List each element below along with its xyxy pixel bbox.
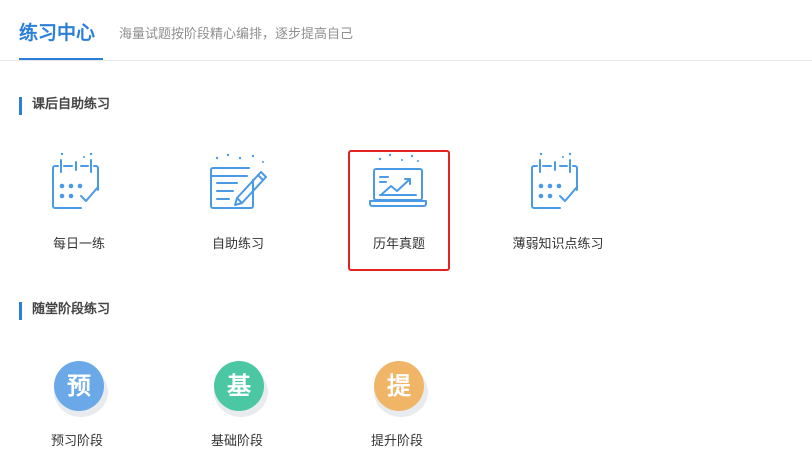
header-divider (0, 60, 812, 61)
page-title[interactable]: 练习中心 (19, 20, 95, 46)
section-title-after-class: 课后自助练习 (19, 97, 110, 115)
practice-item-self[interactable]: 自助练习 (183, 150, 293, 270)
stage-item-label: 提升阶段 (370, 434, 423, 449)
calendar-check-icon (52, 152, 99, 209)
practice-item-label: 历年真题 (372, 237, 425, 252)
page-subtitle: 海量试题按阶段精心编排，逐步提高自己 (119, 27, 354, 42)
stage-item-preview[interactable]: 预 预习阶段 (22, 361, 132, 471)
practice-item-label: 自助练习 (211, 237, 264, 252)
practice-item-past-exams[interactable]: 历年真题 (344, 150, 454, 270)
practice-item-daily[interactable]: 每日一练 (24, 150, 134, 270)
stage-item-basic[interactable]: 基 基础阶段 (182, 361, 292, 471)
notepad-pen-icon (210, 153, 267, 209)
chart-screen-icon (369, 153, 427, 207)
stage-item-label: 预习阶段 (50, 434, 103, 449)
calendar-check-icon (531, 152, 578, 209)
advance-stage-icon: 提 (374, 361, 424, 411)
stage-item-advance[interactable]: 提 提升阶段 (342, 361, 452, 471)
practice-item-weak-points[interactable]: 薄弱知识点练习 (503, 150, 613, 270)
stage-item-label: 基础阶段 (210, 434, 263, 449)
basic-stage-icon: 基 (214, 361, 264, 411)
page-header: 练习中心 海量试题按阶段精心编排，逐步提高自己 (0, 0, 812, 61)
practice-item-label: 每日一练 (52, 237, 105, 252)
section-title-in-class-stage: 随堂阶段练习 (19, 302, 110, 320)
practice-item-label: 薄弱知识点练习 (512, 237, 604, 252)
preview-stage-icon: 预 (54, 361, 104, 411)
